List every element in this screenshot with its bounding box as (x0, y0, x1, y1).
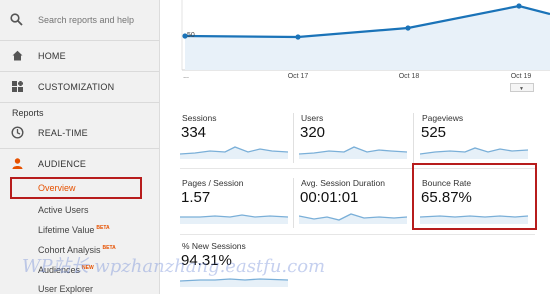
metric-label: Pageviews (422, 113, 464, 123)
overview-highlight-box (10, 177, 142, 199)
metric-value: 525 (421, 124, 447, 141)
sparkline (180, 278, 288, 287)
nav-customization[interactable]: CUSTOMIZATION (0, 72, 159, 102)
sidebar-item-cohort-analysis[interactable]: Cohort Analysis BETA (38, 245, 116, 255)
divider (0, 102, 159, 103)
nav-audience-label: AUDIENCE (38, 159, 87, 169)
sidebar: Search reports and help HOME CUSTOMIZATI… (0, 0, 160, 294)
x-tick-label: Oct 18 (398, 73, 420, 80)
nav-customization-label: CUSTOMIZATION (38, 82, 115, 92)
chart-area-fill (185, 6, 550, 70)
line-chart-svg: 50 (181, 0, 550, 71)
sidebar-item-label: User Explorer (38, 284, 94, 294)
metric-value: 94.31% (181, 252, 232, 269)
bounce-rate-highlight-box (412, 163, 537, 230)
person-icon (11, 157, 24, 170)
nav-home-label: HOME (38, 51, 66, 61)
metric-pages-per-session[interactable]: Pages / Session 1.57 (180, 178, 288, 238)
metric-value: 334 (181, 124, 207, 141)
chart-options-dropdown[interactable]: ▼ (510, 83, 534, 92)
sparkline (180, 214, 288, 224)
overview-line-chart: 50 ... Oct 17 Oct 18 Oct 19 ▼ (165, 0, 550, 95)
metric-divider (413, 113, 414, 163)
metric-label: % New Sessions (182, 241, 246, 251)
x-tick-label: Oct 19 (510, 73, 532, 80)
x-tick-label: ... (183, 73, 189, 80)
x-tick-label: Oct 17 (287, 73, 309, 80)
sidebar-item-label: Audiences (38, 265, 81, 275)
home-icon (11, 49, 24, 62)
metric-divider (293, 178, 294, 228)
sparkline (180, 146, 288, 159)
search-placeholder: Search reports and help (38, 15, 135, 25)
sidebar-item-overview[interactable]: Overview (38, 183, 76, 193)
sidebar-item-active-users[interactable]: Active Users (38, 205, 89, 215)
main-content: 50 ... Oct 17 Oct 18 Oct 19 ▼ Sessions 3… (165, 0, 550, 294)
metric-label: Avg. Session Duration (301, 178, 385, 188)
sparkline (420, 147, 528, 159)
metric-users[interactable]: Users 320 (299, 113, 407, 173)
sidebar-item-label: Active Users (38, 205, 89, 215)
metric-value: 00:01:01 (300, 189, 359, 206)
sidebar-item-audiences[interactable]: Audiences NEW (38, 265, 94, 275)
search-bar[interactable]: Search reports and help (0, 0, 159, 40)
metric-value: 1.57 (181, 189, 211, 206)
sidebar-item-label: Lifetime Value (38, 225, 95, 235)
sidebar-item-user-explorer[interactable]: User Explorer (38, 284, 93, 294)
metric-value: 320 (300, 124, 326, 141)
sparkline (299, 213, 407, 224)
clock-icon (11, 126, 24, 139)
customization-icon (11, 80, 24, 93)
beta-badge: BETA (102, 245, 116, 251)
chart-y-label: 50 (187, 32, 195, 39)
chart-point[interactable] (295, 34, 301, 40)
nav-audience[interactable]: AUDIENCE (0, 149, 159, 179)
metric-avg-session-duration[interactable]: Avg. Session Duration 00:01:01 (299, 178, 407, 238)
chart-point[interactable] (405, 25, 411, 31)
chart-point[interactable] (516, 3, 522, 9)
new-badge: NEW (82, 265, 94, 271)
metric-label: Users (301, 113, 324, 123)
nav-realtime[interactable]: REAL-TIME (0, 118, 159, 148)
row-divider (180, 234, 535, 235)
beta-badge: BETA (96, 225, 110, 231)
chevron-down-icon: ▼ (519, 86, 524, 92)
sidebar-item-label: Cohort Analysis (38, 245, 101, 255)
search-icon (10, 13, 23, 31)
metric-label: Sessions (182, 113, 217, 123)
reports-section-label: Reports (12, 108, 44, 118)
sidebar-item-lifetime-value[interactable]: Lifetime Value BETA (38, 225, 110, 235)
metric-sessions[interactable]: Sessions 334 (180, 113, 288, 173)
metric-new-sessions[interactable]: % New Sessions 94.31% (180, 241, 288, 294)
nav-home[interactable]: HOME (0, 41, 159, 71)
metric-divider (293, 113, 294, 163)
metric-label: Pages / Session (182, 178, 244, 188)
nav-realtime-label: REAL-TIME (38, 128, 88, 138)
sparkline (299, 146, 407, 159)
